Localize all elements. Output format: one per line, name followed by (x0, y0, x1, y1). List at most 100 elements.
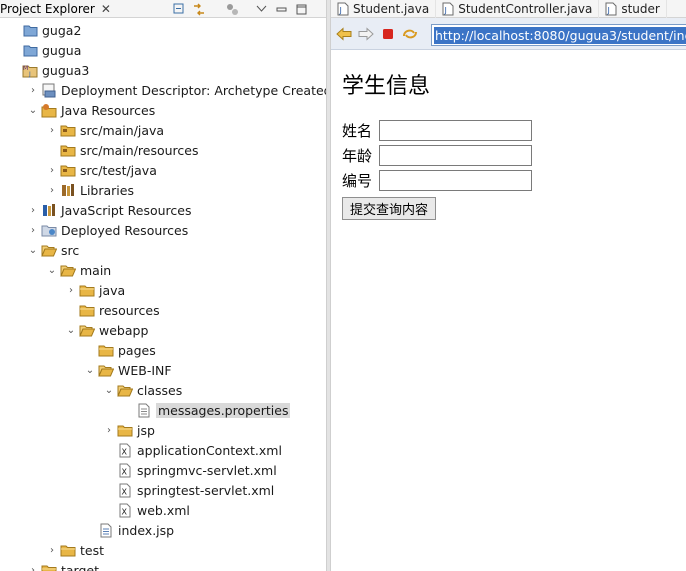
expanded-chevron-icon[interactable]: ⌄ (27, 244, 39, 256)
number-input[interactable] (379, 169, 532, 191)
collapsed-chevron-icon[interactable]: › (27, 564, 39, 571)
url-text: http://localhost:8080/gugua3/student/ind… (434, 26, 686, 44)
refresh-icon[interactable] (401, 25, 419, 43)
tab-student-controller-java[interactable]: J StudentController.java (436, 0, 600, 18)
tree-item[interactable]: ⌄ main (0, 260, 326, 280)
tree-item[interactable]: › Libraries (0, 180, 326, 200)
tree-item-label: web.xml (137, 502, 190, 518)
name-input[interactable] (379, 119, 532, 141)
tree-item-label: JavaScript Resources (61, 202, 192, 218)
no-chevron (84, 344, 96, 356)
tree-item-label: target (61, 562, 100, 571)
no-chevron (8, 64, 20, 76)
folder-icon (60, 542, 76, 558)
no-chevron (103, 444, 115, 456)
collapsed-chevron-icon[interactable]: › (46, 124, 58, 136)
tree-item[interactable]: ⌄ classes (0, 380, 326, 400)
url-input[interactable]: http://localhost:8080/gugua3/student/ind… (431, 24, 686, 46)
tree-item-label: src (61, 242, 80, 258)
folder-icon (41, 562, 57, 571)
tab-studer[interactable]: J studer (599, 0, 667, 18)
collapsed-chevron-icon[interactable]: › (27, 84, 39, 96)
tree-item-label: src/main/java (80, 122, 165, 138)
source-folder-icon (60, 142, 76, 158)
tree-item[interactable]: gugua (0, 40, 326, 60)
expanded-chevron-icon[interactable]: ⌄ (46, 264, 58, 276)
tree-item[interactable]: messages.properties (0, 400, 326, 420)
tree-item[interactable]: › src/main/java (0, 120, 326, 140)
xml-file-icon: X (117, 482, 133, 498)
svg-text:X: X (121, 507, 127, 516)
project-explorer-tab[interactable]: Project Explorer ✕ (0, 0, 111, 18)
expanded-chevron-icon[interactable]: ⌄ (84, 364, 96, 376)
tree-item-label: messages.properties (156, 402, 291, 418)
open-folder-icon (60, 262, 76, 278)
xml-file-icon: X (117, 462, 133, 478)
view-menu-icon[interactable] (254, 2, 268, 16)
stop-icon[interactable] (379, 25, 397, 43)
tree-item[interactable]: › JavaScript Resources (0, 200, 326, 220)
tree-item[interactable]: › target (0, 560, 326, 571)
folder-icon (79, 302, 95, 318)
editor-area: J Student.java J StudentController.java … (331, 0, 686, 571)
tree-item[interactable]: index.jsp (0, 520, 326, 540)
tree-item[interactable]: › jsp (0, 420, 326, 440)
back-arrow-icon[interactable] (335, 25, 353, 43)
xml-file-icon: X (117, 442, 133, 458)
tree-item-label: gugua (42, 42, 82, 58)
tree-item-label: src/main/resources (80, 142, 199, 158)
tree-item[interactable]: ⌄ src (0, 240, 326, 260)
close-icon[interactable]: ✕ (101, 2, 111, 16)
collapsed-chevron-icon[interactable]: › (65, 284, 77, 296)
explorer-toolbar (172, 1, 308, 17)
tree-item[interactable]: XapplicationContext.xml (0, 440, 326, 460)
tree-item[interactable]: › Deployment Descriptor: Archetype Create… (0, 80, 326, 100)
tree-item[interactable]: Xspringtest-servlet.xml (0, 480, 326, 500)
tree-item[interactable]: › Deployed Resources (0, 220, 326, 240)
collapsed-chevron-icon[interactable]: › (46, 164, 58, 176)
maximize-icon[interactable] (294, 2, 308, 16)
javascript-resources-icon (41, 202, 57, 218)
form-row-number: 编号 (342, 169, 532, 191)
tree-item[interactable]: Xspringmvc-servlet.xml (0, 460, 326, 480)
tab-student-java[interactable]: J Student.java (331, 0, 437, 18)
tree-item[interactable]: › src/test/java (0, 160, 326, 180)
collapsed-chevron-icon[interactable]: › (27, 204, 39, 216)
no-chevron (103, 504, 115, 516)
tree-item[interactable]: ⌄ webapp (0, 320, 326, 340)
folder-icon (79, 282, 95, 298)
page-heading: 学生信息 (342, 74, 431, 99)
minimize-icon[interactable] (274, 2, 288, 16)
tree-item[interactable]: › java (0, 280, 326, 300)
collapsed-chevron-icon[interactable]: › (46, 184, 58, 196)
folder-icon (117, 422, 133, 438)
tree-item[interactable]: M Jgugua3 (0, 60, 326, 80)
collapsed-chevron-icon[interactable]: › (103, 424, 115, 436)
tree-item[interactable]: ⌄ Java Resources (0, 100, 326, 120)
number-label: 编号 (342, 171, 373, 190)
expanded-chevron-icon[interactable]: ⌄ (103, 384, 115, 396)
tab-label: studer (621, 2, 660, 16)
tree-item[interactable]: src/main/resources (0, 140, 326, 160)
expanded-chevron-icon[interactable]: ⌄ (65, 324, 77, 336)
age-input[interactable] (379, 144, 532, 166)
collapsed-chevron-icon[interactable]: › (27, 224, 39, 236)
tree-item-label: Libraries (80, 182, 134, 198)
open-folder-icon (98, 362, 114, 378)
tree-item[interactable]: Xweb.xml (0, 500, 326, 520)
filters-icon[interactable] (226, 2, 240, 16)
collapse-all-icon[interactable] (172, 2, 186, 16)
tree-item[interactable]: resources (0, 300, 326, 320)
tree-item-label: Deployment Descriptor: Archetype Created… (61, 82, 326, 98)
submit-query-button[interactable]: 提交查询内容 (342, 197, 437, 220)
collapsed-chevron-icon[interactable]: › (46, 544, 58, 556)
svg-text:J: J (28, 71, 31, 78)
tree-item[interactable]: › test (0, 540, 326, 560)
tree-item[interactable]: pages (0, 340, 326, 360)
expanded-chevron-icon[interactable]: ⌄ (27, 104, 39, 116)
tree-item[interactable]: guga2 (0, 20, 326, 40)
link-with-editor-icon[interactable] (192, 2, 206, 16)
tree-item[interactable]: ⌄ WEB-INF (0, 360, 326, 380)
forward-arrow-icon[interactable] (357, 25, 375, 43)
tree-item-label: test (80, 542, 105, 558)
